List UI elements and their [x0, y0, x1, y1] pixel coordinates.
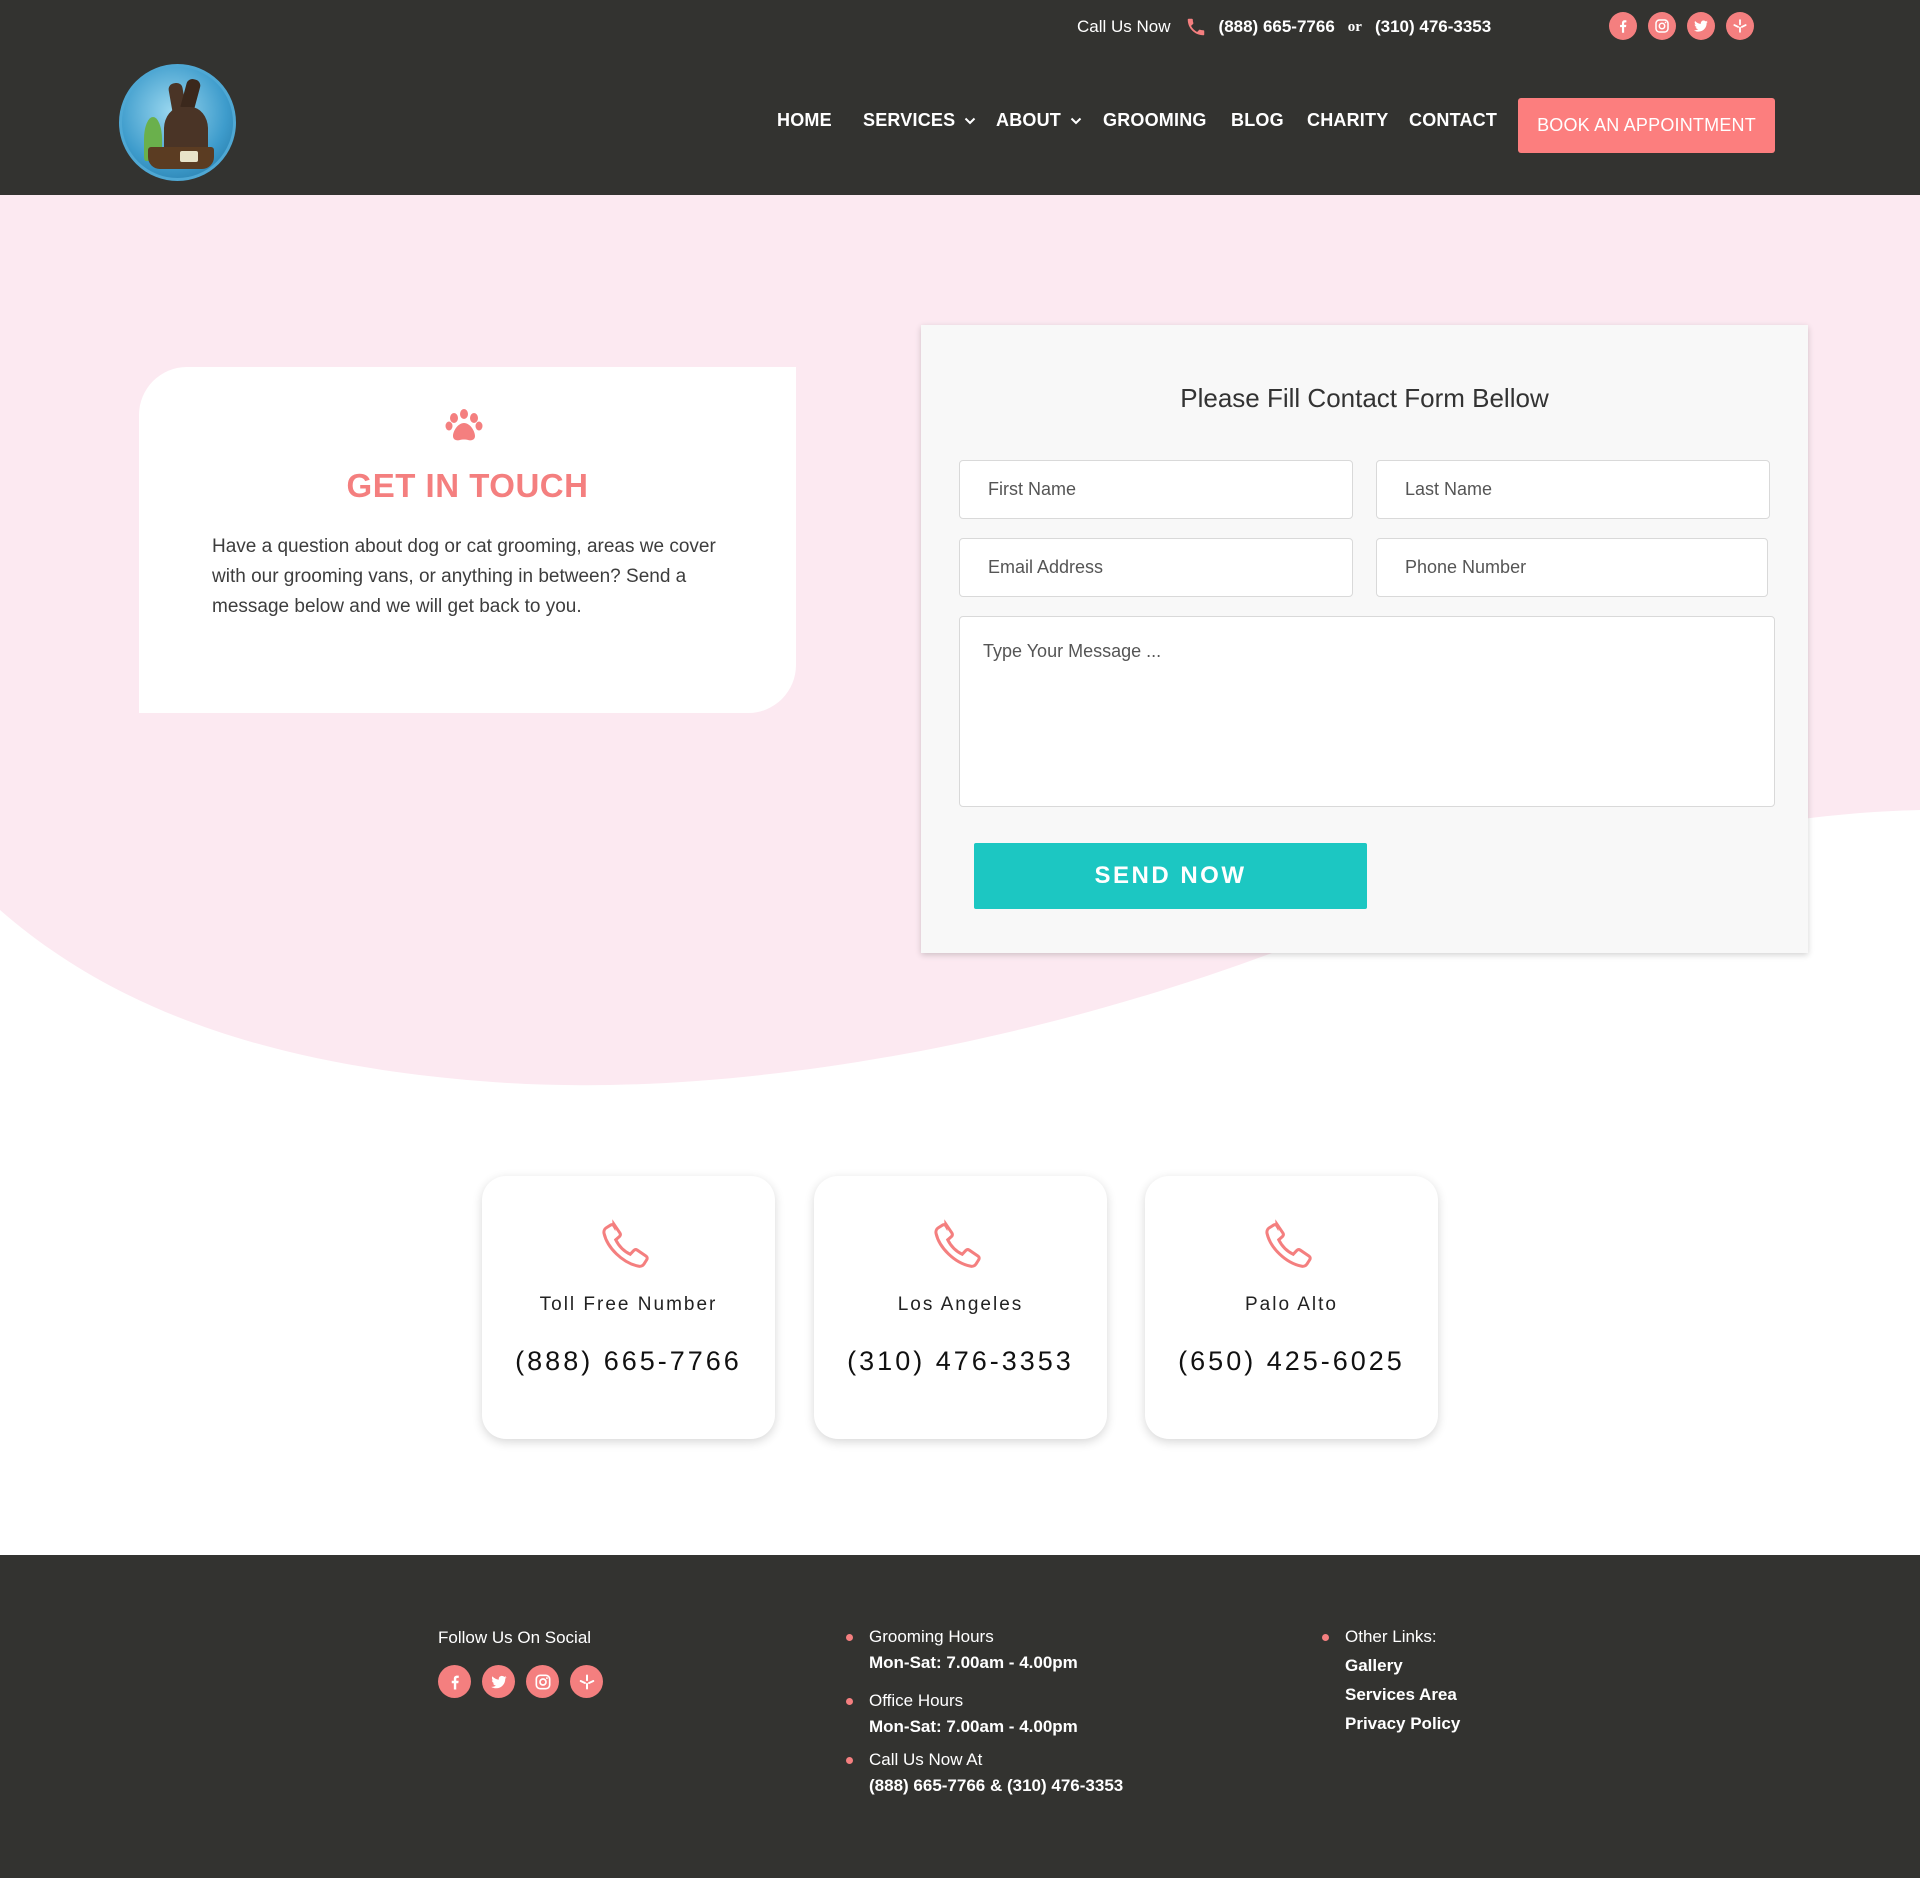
- phone-card-palo-alto: Palo Alto (650) 425-6025: [1145, 1176, 1438, 1439]
- footer: Follow Us On Social Grooming Hours Mon-S…: [0, 1555, 1920, 1878]
- paw-icon: [445, 409, 483, 441]
- call-us-title: Call Us Now At: [869, 1750, 983, 1769]
- office-hours-title: Office Hours: [869, 1691, 964, 1710]
- facebook-icon[interactable]: [438, 1665, 471, 1698]
- yelp-icon[interactable]: [570, 1665, 603, 1698]
- grooming-hours-title: Grooming Hours: [869, 1627, 994, 1646]
- instagram-icon[interactable]: [1648, 12, 1676, 40]
- chevron-down-icon: [1070, 117, 1082, 124]
- twitter-icon[interactable]: [482, 1665, 515, 1698]
- phone-icon: [1265, 1219, 1312, 1268]
- footer-link-gallery[interactable]: Gallery: [1345, 1656, 1403, 1676]
- nav-item-contact[interactable]: CONTACT: [1409, 110, 1497, 131]
- phone-icon: [1185, 16, 1207, 38]
- topbar-phone-1-link[interactable]: (888) 665-7766: [1219, 17, 1335, 37]
- book-appointment-button[interactable]: BOOK AN APPOINTMENT: [1518, 98, 1775, 153]
- nav-item-about[interactable]: ABOUT: [996, 110, 1082, 131]
- phone-icon: [934, 1219, 981, 1268]
- contact-form: Please Fill Contact Form Bellow SEND NOW: [921, 325, 1808, 953]
- last-name-input[interactable]: [1376, 460, 1770, 519]
- message-textarea[interactable]: [959, 616, 1775, 807]
- nav-item-services-label: SERVICES: [863, 110, 956, 130]
- top-bar: Call Us Now (888) 665-7766 or (310) 476-…: [0, 0, 1920, 51]
- facebook-icon[interactable]: [1609, 12, 1637, 40]
- bullet-dot: [846, 1698, 853, 1705]
- nav-item-blog[interactable]: BLOG: [1231, 110, 1284, 131]
- footer-link-services-area[interactable]: Services Area: [1345, 1685, 1457, 1705]
- footer-link-privacy-policy[interactable]: Privacy Policy: [1345, 1714, 1460, 1734]
- call-us-label: Call Us Now: [1077, 17, 1171, 36]
- send-now-button[interactable]: SEND NOW: [974, 843, 1367, 909]
- nav-item-services[interactable]: SERVICES: [863, 110, 976, 131]
- phone-card-label: Los Angeles: [897, 1294, 1024, 1315]
- footer-social-title: Follow Us On Social: [438, 1628, 592, 1647]
- phone-card-number[interactable]: (650) 425-6025: [1145, 1346, 1438, 1377]
- site-logo[interactable]: [119, 64, 236, 181]
- yelp-icon[interactable]: [1726, 12, 1754, 40]
- phone-number-input[interactable]: [1376, 538, 1768, 597]
- phone-card-number[interactable]: (310) 476-3353: [814, 1346, 1107, 1377]
- phone-icon: [602, 1219, 649, 1268]
- twitter-icon[interactable]: [1687, 12, 1715, 40]
- bullet-dot: [1322, 1634, 1329, 1641]
- get-in-touch-title: GET IN TOUCH: [346, 467, 589, 504]
- get-in-touch-text: Have a question about dog or cat groomin…: [212, 536, 716, 617]
- bullet-dot: [846, 1634, 853, 1641]
- phone-card-label: Palo Alto: [1245, 1294, 1338, 1315]
- contact-form-title: Please Fill Contact Form Bellow: [1180, 383, 1549, 413]
- office-hours-value: Mon-Sat: 7.00am - 4.00pm: [869, 1717, 1078, 1736]
- other-links-title: Other Links:: [1345, 1627, 1437, 1646]
- nav-item-grooming[interactable]: GROOMING: [1103, 110, 1207, 131]
- call-us-bar: Call Us Now (888) 665-7766 or (310) 476-…: [1077, 16, 1491, 38]
- or-label: or: [1347, 18, 1362, 35]
- email-input[interactable]: [959, 538, 1353, 597]
- instagram-icon[interactable]: [526, 1665, 559, 1698]
- footer-social-links: [438, 1665, 603, 1698]
- main-navigation: HOME SERVICES ABOUT GROOMING BLOG CHARIT…: [0, 51, 1920, 195]
- phone-card-los-angeles: Los Angeles (310) 476-3353: [814, 1176, 1107, 1439]
- phone-card-toll-free: Toll Free Number (888) 665-7766: [482, 1176, 775, 1439]
- nav-item-home[interactable]: HOME: [777, 110, 832, 131]
- nav-item-charity[interactable]: CHARITY: [1307, 110, 1388, 131]
- topbar-phone-2-link[interactable]: (310) 476-3353: [1375, 17, 1491, 37]
- nav-item-about-label: ABOUT: [996, 110, 1061, 130]
- phone-card-label: Toll Free Number: [539, 1294, 718, 1315]
- phone-card-number[interactable]: (888) 665-7766: [482, 1346, 775, 1377]
- call-us-numbers[interactable]: (888) 665-7766 & (310) 476-3353: [869, 1776, 1123, 1796]
- chevron-down-icon: [965, 117, 976, 124]
- grooming-hours-value: Mon-Sat: 7.00am - 4.00pm: [869, 1653, 1078, 1672]
- topbar-social-links: [1609, 12, 1754, 40]
- bullet-dot: [846, 1757, 853, 1764]
- first-name-input[interactable]: [959, 460, 1353, 519]
- get-in-touch-card: GET IN TOUCH Have a question about dog o…: [139, 367, 796, 713]
